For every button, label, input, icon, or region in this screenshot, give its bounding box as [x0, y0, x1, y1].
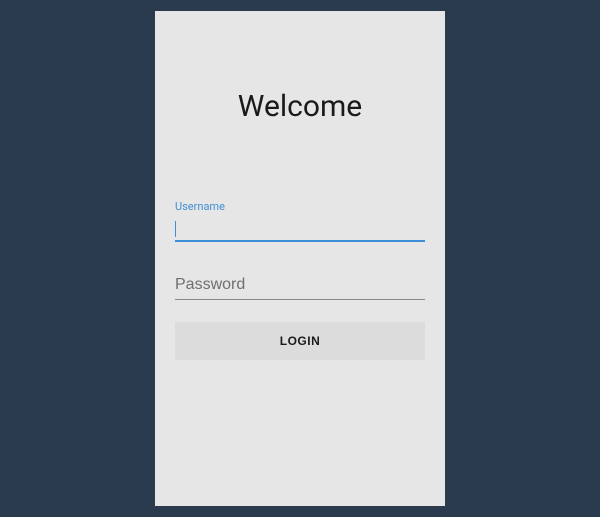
- username-field: Username: [175, 200, 425, 242]
- login-form: Username LOGIN: [155, 200, 445, 360]
- username-input[interactable]: [175, 217, 425, 242]
- password-input[interactable]: [175, 270, 425, 300]
- login-screen: Welcome Username LOGIN: [155, 11, 445, 506]
- text-cursor: [175, 221, 176, 237]
- password-field: [175, 270, 425, 300]
- username-label: Username: [175, 200, 425, 213]
- welcome-title: Welcome: [155, 89, 445, 124]
- login-button[interactable]: LOGIN: [175, 322, 425, 360]
